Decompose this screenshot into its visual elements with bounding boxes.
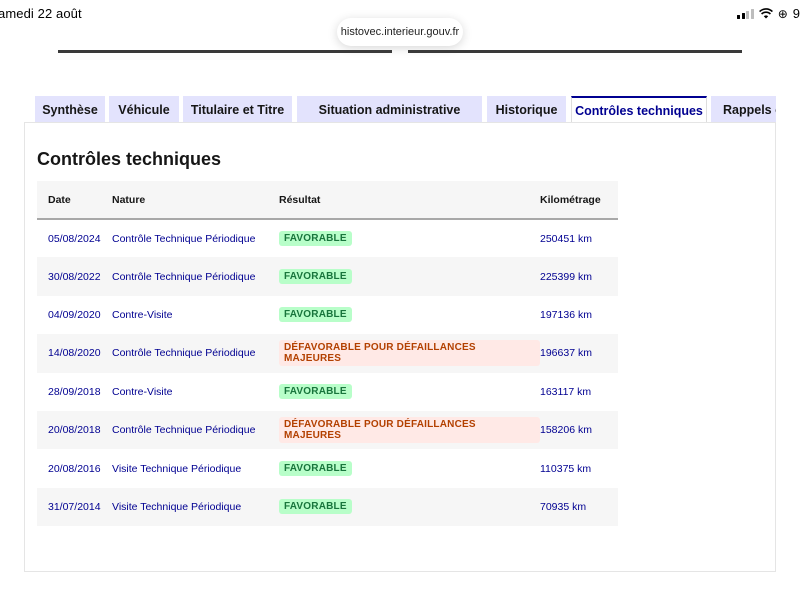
- orientation-lock-icon: ⊕: [777, 6, 788, 21]
- table-row: 05/08/2024 Contrôle Technique Périodique…: [37, 219, 618, 257]
- header-rule-left: [58, 50, 392, 53]
- row-nature: Contrôle Technique Périodique: [112, 410, 279, 450]
- status-badge: FAVORABLE: [279, 499, 352, 515]
- row-date: 20/08/2018: [37, 410, 112, 450]
- row-mileage: 163117 km: [540, 385, 592, 398]
- column-header-date: Date: [37, 181, 112, 220]
- tab-synthese[interactable]: Synthèse: [35, 96, 105, 123]
- header-rule-right: [408, 50, 742, 53]
- table-row: 04/09/2020 Contre-Visite FAVORABLE 19713…: [37, 296, 618, 334]
- row-mileage: 158206 km: [540, 410, 618, 450]
- row-nature: Visite Technique Périodique: [112, 462, 242, 475]
- tab-historique[interactable]: Historique: [487, 96, 566, 123]
- table-header-row: Date Nature Résultat Kilométrage: [37, 181, 618, 220]
- tab-bar: Synthèse Véhicule Titulaire et Titre Sit…: [35, 96, 776, 123]
- table-row: 31/07/2014 Visite Technique Périodique F…: [37, 487, 618, 527]
- cellular-signal-icon: [737, 8, 754, 19]
- url-text: histovec.interieur.gouv.fr: [340, 26, 460, 38]
- status-badge: FAVORABLE: [279, 231, 352, 247]
- row-result: FAVORABLE: [279, 296, 540, 334]
- status-date: amedi 22 août: [0, 6, 82, 21]
- row-result: FAVORABLE: [279, 373, 540, 411]
- status-badge: FAVORABLE: [279, 461, 352, 477]
- tab-rappels-constructeur[interactable]: Rappels constructeur: [711, 96, 776, 123]
- status-badge: FAVORABLE: [279, 384, 352, 400]
- row-nature: Visite Technique Périodique: [112, 487, 279, 527]
- row-date: 05/08/2024: [48, 232, 101, 245]
- row-date: 14/08/2020: [37, 334, 112, 373]
- status-badge: DÉFAVORABLE POUR DÉFAILLANCES MAJEURES: [279, 417, 540, 444]
- row-result: FAVORABLE: [279, 449, 540, 487]
- row-result: DÉFAVORABLE POUR DÉFAILLANCES MAJEURES: [279, 410, 540, 450]
- table-row: 14/08/2020 Contrôle Technique Périodique…: [37, 334, 618, 373]
- row-date: 28/09/2018: [48, 385, 101, 398]
- row-nature: Contre-Visite: [112, 385, 173, 398]
- table-row: 30/08/2022 Contrôle Technique Périodique…: [37, 257, 618, 296]
- tab-controles-techniques[interactable]: Contrôles techniques: [571, 96, 707, 123]
- column-header-nature: Nature: [112, 181, 279, 220]
- row-nature: Contrôle Technique Périodique: [112, 257, 279, 296]
- row-mileage: 196637 km: [540, 334, 618, 373]
- status-badge: DÉFAVORABLE POUR DÉFAILLANCES MAJEURES: [279, 340, 540, 367]
- battery-level: 9: [792, 6, 800, 21]
- row-nature: Contrôle Technique Périodique: [112, 232, 256, 245]
- column-header-resultat: Résultat: [279, 181, 540, 220]
- panel-title: Contrôles techniques: [37, 149, 222, 169]
- row-result: DÉFAVORABLE POUR DÉFAILLANCES MAJEURES: [279, 334, 540, 373]
- status-badge: FAVORABLE: [279, 269, 352, 285]
- row-date: 04/09/2020: [48, 308, 101, 321]
- row-mileage: 250451 km: [540, 232, 592, 245]
- row-nature: Contre-Visite: [112, 308, 173, 321]
- table-row: 28/09/2018 Contre-Visite FAVORABLE 16311…: [37, 373, 618, 411]
- url-bar[interactable]: histovec.interieur.gouv.fr: [337, 18, 463, 46]
- tab-vehicule[interactable]: Véhicule: [109, 96, 179, 123]
- status-badge: FAVORABLE: [279, 307, 352, 323]
- row-mileage: 197136 km: [540, 308, 592, 321]
- status-indicators: ⊕ 9: [737, 6, 800, 21]
- row-result: FAVORABLE: [279, 257, 540, 296]
- row-date: 30/08/2022: [37, 257, 112, 296]
- technical-inspections-table: Date Nature Résultat Kilométrage 05/08/2…: [37, 181, 618, 527]
- row-mileage: 225399 km: [540, 257, 618, 296]
- row-date: 20/08/2016: [48, 462, 101, 475]
- row-mileage: 70935 km: [540, 487, 618, 527]
- table-row: 20/08/2016 Visite Technique Périodique F…: [37, 449, 618, 487]
- row-mileage: 110375 km: [540, 462, 592, 475]
- row-date: 31/07/2014: [37, 487, 112, 527]
- row-result: FAVORABLE: [279, 219, 540, 257]
- row-result: FAVORABLE: [279, 487, 540, 527]
- tab-situation-administrative[interactable]: Situation administrative: [297, 96, 482, 123]
- column-header-kilometrage: Kilométrage: [540, 181, 618, 220]
- table-row: 20/08/2018 Contrôle Technique Périodique…: [37, 410, 618, 450]
- row-nature: Contrôle Technique Périodique: [112, 334, 279, 373]
- tab-titulaire-titre[interactable]: Titulaire et Titre: [183, 96, 292, 123]
- wifi-icon: [758, 8, 773, 19]
